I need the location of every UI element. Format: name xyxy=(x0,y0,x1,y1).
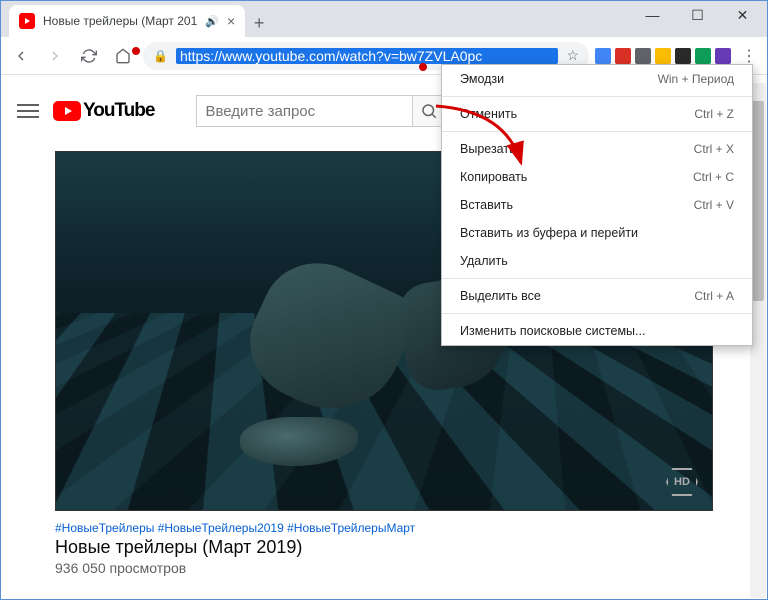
extension-icon[interactable] xyxy=(595,48,611,64)
youtube-play-icon xyxy=(53,101,81,121)
scroll-thumb[interactable] xyxy=(752,101,764,301)
menu-item-label: Отменить xyxy=(460,107,517,121)
menu-item-label: Вырезать xyxy=(460,142,516,156)
menu-item-label: Вставить из буфера и перейти xyxy=(460,226,638,240)
context-menu: Эмодзи Win + Период Отменить Ctrl + Z Выреза… xyxy=(441,64,753,346)
menu-item[interactable]: Изменить поисковые системы... xyxy=(442,317,752,345)
extension-icon[interactable] xyxy=(715,48,731,64)
youtube-search xyxy=(196,95,446,127)
maximize-button[interactable]: ☐ xyxy=(675,1,720,29)
menu-separator xyxy=(442,131,752,132)
video-hashtags[interactable]: #НовыеТрейлеры #НовыеТрейлеры2019 #Новые… xyxy=(55,521,713,535)
menu-item[interactable]: Удалить xyxy=(442,247,752,275)
lock-icon: 🔒 xyxy=(153,49,168,63)
menu-item-label: Изменить поисковые системы... xyxy=(460,324,645,338)
annotation-dot xyxy=(419,63,427,71)
menu-separator xyxy=(442,278,752,279)
close-tab-icon[interactable]: × xyxy=(227,13,235,29)
menu-item-shortcut: Ctrl + C xyxy=(693,170,734,184)
close-window-button[interactable]: ✕ xyxy=(720,1,765,29)
forward-button[interactable] xyxy=(41,42,69,70)
menu-item[interactable]: Вырезать Ctrl + X xyxy=(442,135,752,163)
url-text[interactable]: https://www.youtube.com/watch?v=bw7ZVLA0… xyxy=(176,48,558,64)
back-button[interactable] xyxy=(7,42,35,70)
new-tab-button[interactable]: + xyxy=(245,9,273,37)
menu-separator xyxy=(442,96,752,97)
extension-icon[interactable] xyxy=(655,48,671,64)
menu-item-label: Эмодзи xyxy=(460,72,504,86)
tab-strip: Новые трейлеры (Март 201 🔊 × + — ☐ ✕ xyxy=(1,1,767,37)
menu-item-label: Вставить xyxy=(460,198,513,212)
bookmark-star-icon[interactable]: ☆ xyxy=(566,47,579,64)
menu-separator xyxy=(442,313,752,314)
youtube-logo[interactable]: YouTube xyxy=(53,100,154,122)
extension-icon[interactable] xyxy=(635,48,651,64)
video-title: Новые трейлеры (Март 2019) xyxy=(55,537,713,558)
minimize-button[interactable]: — xyxy=(630,1,675,29)
hd-badge: HD xyxy=(666,468,698,496)
youtube-logo-text: YouTube xyxy=(83,100,154,122)
menu-item[interactable]: Выделить все Ctrl + A xyxy=(442,282,752,310)
extension-icon[interactable] xyxy=(695,48,711,64)
tab-title: Новые трейлеры (Март 201 xyxy=(43,14,197,28)
extension-icon[interactable] xyxy=(615,48,631,64)
search-input[interactable] xyxy=(197,96,412,126)
extension-icon[interactable] xyxy=(675,48,691,64)
youtube-favicon-icon xyxy=(19,13,35,29)
menu-item[interactable]: Копировать Ctrl + C xyxy=(442,163,752,191)
browser-tab[interactable]: Новые трейлеры (Март 201 🔊 × xyxy=(9,5,245,37)
sound-icon[interactable]: 🔊 xyxy=(205,15,219,28)
browser-window: Новые трейлеры (Март 201 🔊 × + — ☐ ✕ 🔒 h… xyxy=(0,0,768,600)
window-controls: — ☐ ✕ xyxy=(630,1,765,29)
menu-item[interactable]: Вставить из буфера и перейти xyxy=(442,219,752,247)
menu-item[interactable]: Эмодзи Win + Период xyxy=(442,65,752,93)
home-button[interactable] xyxy=(109,42,137,70)
menu-item-shortcut: Ctrl + X xyxy=(694,142,734,156)
video-meta: #НовыеТрейлеры #НовыеТрейлеры2019 #Новые… xyxy=(55,521,713,576)
menu-item-shortcut: Win + Период xyxy=(658,72,734,86)
menu-item[interactable]: Отменить Ctrl + Z xyxy=(442,100,752,128)
annotation-dot xyxy=(132,47,140,55)
menu-item-label: Выделить все xyxy=(460,289,541,303)
menu-item-shortcut: Ctrl + A xyxy=(694,289,734,303)
video-views: 936 050 просмотров xyxy=(55,560,713,576)
hamburger-menu-icon[interactable] xyxy=(17,100,39,122)
extension-icons xyxy=(595,48,731,64)
menu-item[interactable]: Вставить Ctrl + V xyxy=(442,191,752,219)
menu-item-label: Удалить xyxy=(460,254,508,268)
menu-item-shortcut: Ctrl + Z xyxy=(694,107,734,121)
menu-item-label: Копировать xyxy=(460,170,527,184)
menu-item-shortcut: Ctrl + V xyxy=(694,198,734,212)
reload-button[interactable] xyxy=(75,42,103,70)
